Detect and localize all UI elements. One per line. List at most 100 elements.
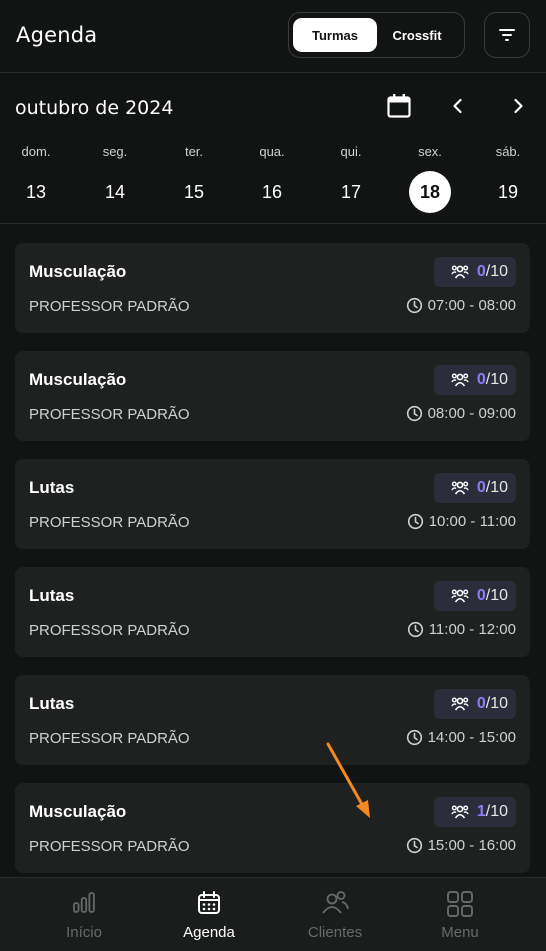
segment-turmas[interactable]: Turmas: [293, 18, 377, 52]
class-title: Musculação: [29, 262, 127, 281]
class-professor: PROFESSOR PADRÃO: [29, 406, 190, 423]
class-professor: PROFESSOR PADRÃO: [29, 730, 190, 747]
time-range: 07:00 - 08:00: [427, 297, 516, 314]
day-number: 19: [497, 181, 519, 202]
page-title: Agenda: [16, 23, 98, 47]
class-card[interactable]: Lutas PROFESSOR PADRÃO 0/10 11:00 - 12:0…: [15, 567, 530, 657]
day-number: 16: [261, 181, 283, 202]
day-number: 14: [104, 181, 126, 202]
class-card[interactable]: Musculação PROFESSOR PADRÃO 0/10 07:00 -…: [15, 243, 530, 333]
day-tuesday[interactable]: ter. 15: [164, 144, 224, 213]
app-header: Agenda Turmas Crossfit: [0, 0, 546, 73]
nav-label: Menu: [441, 924, 479, 941]
capacity-badge: 0/10: [434, 473, 516, 503]
capacity-badge: 0/10: [434, 581, 516, 611]
capacity-max: 10: [490, 695, 508, 712]
day-number: 15: [183, 181, 205, 202]
day-name: seg.: [102, 144, 128, 159]
day-number: 17: [340, 181, 362, 202]
class-professor: PROFESSOR PADRÃO: [29, 838, 190, 855]
capacity-current: 0: [476, 263, 486, 280]
capacity-badge: 0/10: [434, 689, 516, 719]
time-range: 14:00 - 15:00: [427, 729, 516, 746]
users-icon: [451, 589, 469, 603]
nav-item-agenda[interactable]: Agenda: [154, 878, 264, 951]
week-calendar: outubro de 2024 dom. 13 seg. 14 ter. 15 …: [0, 74, 546, 224]
segment-crossfit[interactable]: Crossfit: [377, 18, 457, 52]
clock-icon: [407, 621, 423, 638]
capacity-badge: 1/10: [434, 797, 516, 827]
users-icon: [322, 891, 349, 914]
class-professor: PROFESSOR PADRÃO: [29, 514, 190, 531]
capacity-current: 0: [476, 371, 486, 388]
day-monday[interactable]: seg. 14: [85, 144, 145, 213]
nav-label: Clientes: [307, 924, 363, 941]
day-name: sex.: [418, 144, 442, 159]
class-time: 14:00 - 15:00: [406, 729, 516, 746]
clock-icon: [406, 729, 422, 746]
filter-icon: [499, 29, 515, 41]
bottom-navigation: Início Agenda Clientes Menu: [0, 877, 546, 951]
class-time: 10:00 - 11:00: [407, 513, 516, 530]
annotation-arrow-icon: [326, 742, 370, 818]
day-number: 18: [409, 171, 451, 213]
day-thursday[interactable]: qui. 17: [321, 144, 381, 213]
time-range: 10:00 - 11:00: [428, 513, 516, 530]
class-card[interactable]: Lutas PROFESSOR PADRÃO 0/10 10:00 - 11:0…: [15, 459, 530, 549]
day-saturday[interactable]: sáb. 19: [478, 144, 538, 213]
users-icon: [451, 265, 469, 279]
day-wednesday[interactable]: qua. 16: [242, 144, 302, 213]
nav-label: Início: [66, 924, 102, 941]
capacity-current: 0: [476, 695, 486, 712]
class-card[interactable]: Musculação PROFESSOR PADRÃO 1/10 15:00 -…: [15, 783, 530, 873]
chevron-right-icon[interactable]: [508, 96, 528, 116]
clock-icon: [407, 513, 423, 530]
time-range: 08:00 - 09:00: [427, 405, 516, 422]
capacity-badge: 0/10: [434, 365, 516, 395]
time-range: 15:00 - 16:00: [427, 837, 516, 854]
class-time: 11:00 - 12:00: [407, 621, 516, 638]
users-icon: [451, 373, 469, 387]
capacity-badge: 0/10: [434, 257, 516, 287]
day-name: qua.: [259, 144, 285, 159]
class-title: Musculação: [29, 370, 127, 389]
clock-icon: [406, 405, 422, 422]
class-title: Lutas: [29, 478, 75, 497]
calendar-icon: [198, 891, 220, 914]
class-card[interactable]: Musculação PROFESSOR PADRÃO 0/10 08:00 -…: [15, 351, 530, 441]
nav-item-clientes[interactable]: Clientes: [280, 878, 390, 951]
time-range: 11:00 - 12:00: [428, 621, 516, 638]
day-friday-selected[interactable]: sex. 18: [400, 144, 460, 213]
class-title: Lutas: [29, 694, 75, 713]
users-icon: [451, 805, 469, 819]
capacity-max: 10: [490, 587, 508, 604]
chart-bars-icon: [73, 892, 95, 913]
capacity-current: 0: [476, 479, 486, 496]
capacity-current: 1: [476, 803, 486, 820]
capacity-max: 10: [490, 371, 508, 388]
nav-item-menu[interactable]: Menu: [405, 878, 515, 951]
capacity-max: 10: [490, 803, 508, 820]
capacity-current: 0: [476, 587, 486, 604]
week-days: dom. 13 seg. 14 ter. 15 qua. 16 qui. 17 …: [0, 144, 546, 214]
day-name: sáb.: [495, 144, 521, 159]
filter-button[interactable]: [484, 12, 530, 58]
calendar-icon[interactable]: [386, 93, 412, 119]
nav-label: Agenda: [183, 924, 235, 941]
users-icon: [451, 481, 469, 495]
class-professor: PROFESSOR PADRÃO: [29, 622, 190, 639]
grid-icon: [447, 891, 473, 917]
capacity-max: 10: [490, 263, 508, 280]
class-time: 15:00 - 16:00: [406, 837, 516, 854]
class-card[interactable]: Lutas PROFESSOR PADRÃO 0/10 14:00 - 15:0…: [15, 675, 530, 765]
class-title: Lutas: [29, 586, 75, 605]
month-label: outubro de 2024: [15, 97, 174, 119]
clock-icon: [406, 297, 422, 314]
chevron-left-icon[interactable]: [448, 96, 468, 116]
day-name: ter.: [184, 144, 204, 159]
day-sunday[interactable]: dom. 13: [6, 144, 66, 213]
class-professor: PROFESSOR PADRÃO: [29, 298, 190, 315]
nav-item-inicio[interactable]: Início: [29, 878, 139, 951]
capacity-max: 10: [490, 479, 508, 496]
day-number: 13: [25, 181, 47, 202]
